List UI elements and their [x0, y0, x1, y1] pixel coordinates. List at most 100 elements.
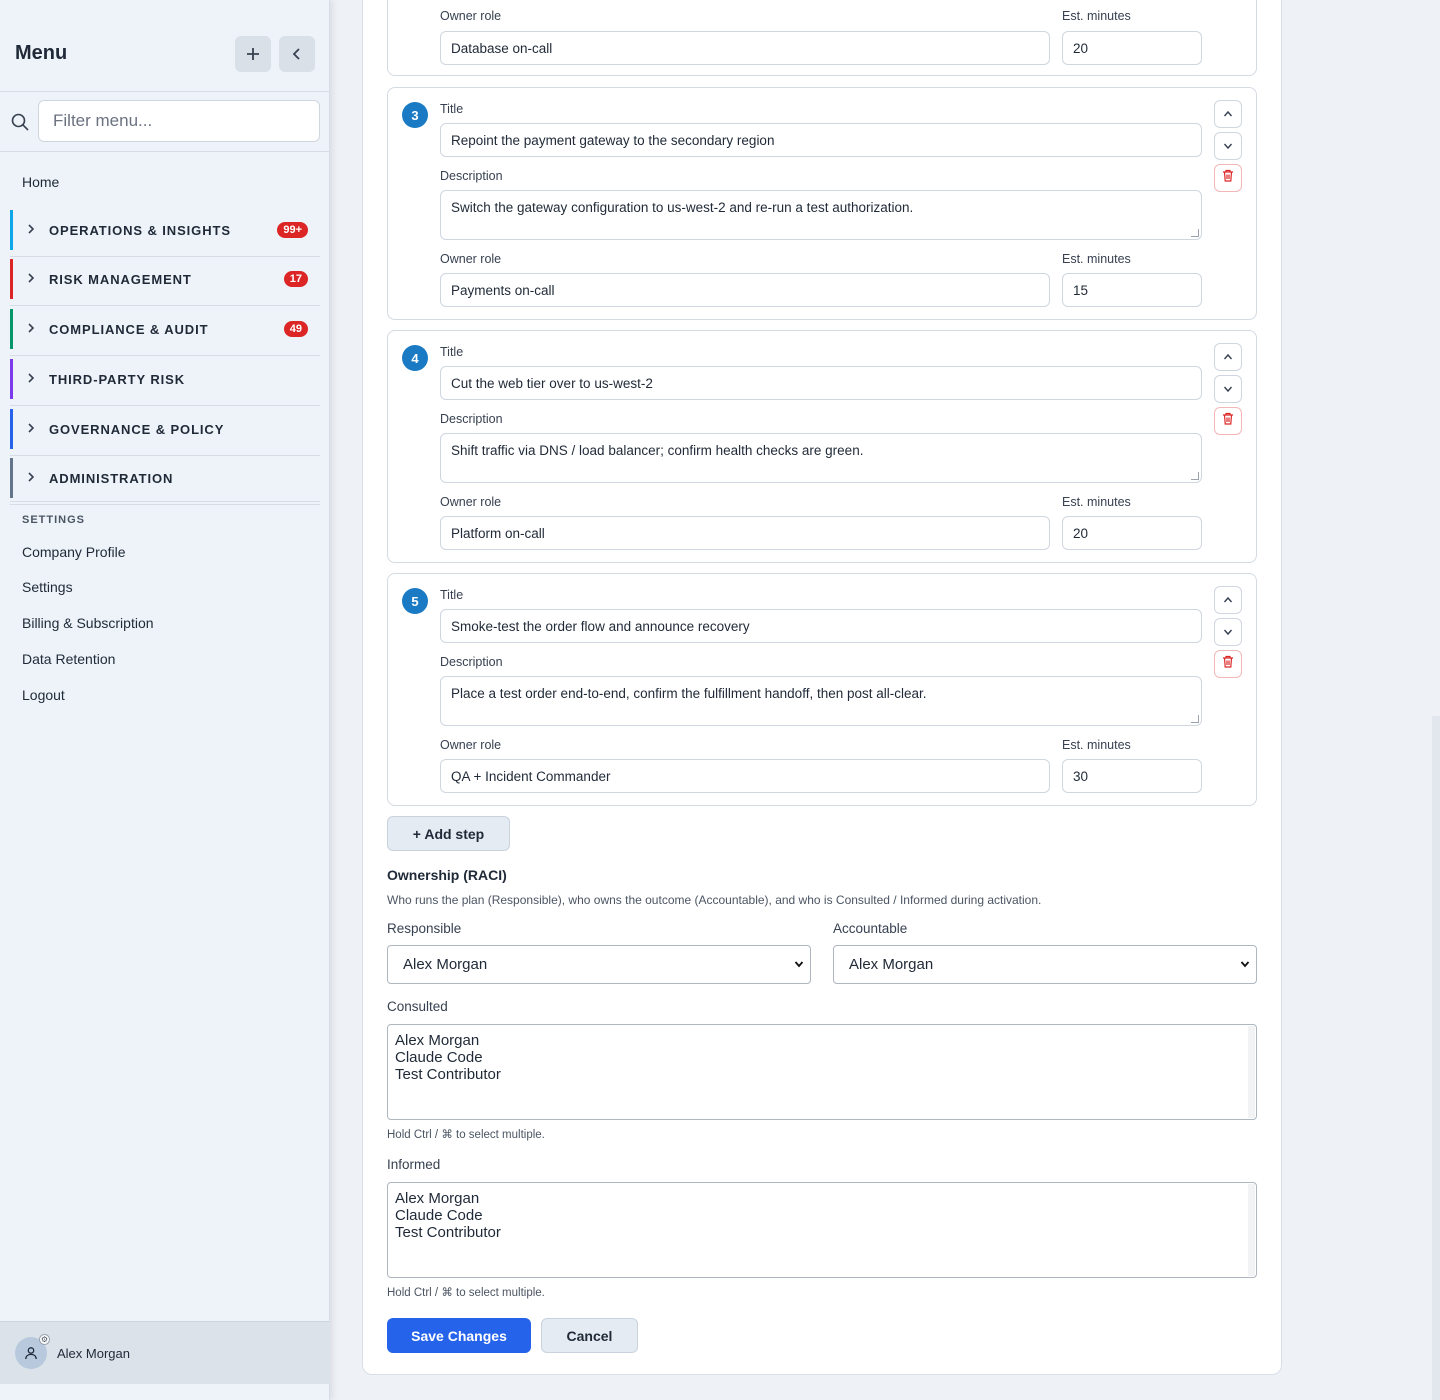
trash-icon — [1222, 655, 1234, 673]
trash-icon — [1222, 169, 1234, 187]
chevron-right-icon — [27, 272, 41, 286]
step-title-input[interactable]: Repoint the payment gateway to the secon… — [440, 123, 1202, 157]
cancel-button[interactable]: Cancel — [541, 1318, 638, 1353]
add-menu-button[interactable] — [235, 36, 271, 72]
move-step-up-button[interactable] — [1214, 100, 1242, 128]
search-icon — [11, 113, 29, 131]
nav-section-label: OPERATIONS & INSIGHTS — [49, 222, 231, 238]
nav-divider — [10, 256, 320, 257]
consulted-hint: Hold Ctrl / ⌘ to select multiple. — [387, 1129, 545, 1141]
consulted-option[interactable]: Claude Code — [395, 1049, 1249, 1066]
owner-role-input[interactable]: Payments on-call — [440, 273, 1050, 307]
chevron-down-icon — [1223, 380, 1233, 398]
consulted-option[interactable]: Alex Morgan — [395, 1032, 1249, 1049]
est-minutes-input[interactable]: 30 — [1062, 759, 1202, 793]
count-badge: 99+ — [277, 222, 308, 238]
plus-icon — [247, 48, 259, 60]
scrollbar[interactable] — [1248, 1026, 1255, 1118]
count-badge: 17 — [283, 271, 308, 287]
chevron-right-icon — [27, 471, 41, 485]
step-description-text: Shift traffic via DNS / load balancer; c… — [451, 443, 864, 458]
move-step-down-button[interactable] — [1214, 618, 1242, 646]
step-description-textarea[interactable]: Place a test order end-to-end, confirm t… — [440, 676, 1202, 726]
est-minutes-label: Est. minutes — [1062, 252, 1131, 266]
resize-grip-icon[interactable] — [1191, 229, 1199, 237]
informed-option[interactable]: Alex Morgan — [395, 1190, 1249, 1207]
nav-home[interactable]: Home — [22, 174, 59, 190]
owner-role-input[interactable]: QA + Incident Commander — [440, 759, 1050, 793]
step-description-textarea[interactable]: Switch the gateway configuration to us-w… — [440, 190, 1202, 240]
accountable-select[interactable]: Alex Morgan — [833, 945, 1257, 984]
informed-option[interactable]: Claude Code — [395, 1207, 1249, 1224]
avatar[interactable]: ⚙ — [15, 1334, 50, 1369]
step-description-textarea[interactable]: Shift traffic via DNS / load balancer; c… — [440, 433, 1202, 483]
chevron-left-icon — [292, 48, 300, 60]
chevron-right-icon — [27, 372, 41, 386]
owner-role-label: Owner role — [440, 738, 502, 752]
nav-section-compliance-audit[interactable]: COMPLIANCE & AUDIT 49 — [10, 309, 320, 349]
user-bar[interactable]: ⚙ Alex Morgan — [0, 1321, 330, 1384]
delete-step-button[interactable] — [1214, 407, 1242, 435]
menu-search-row — [0, 92, 329, 152]
chevron-up-icon — [1223, 105, 1233, 123]
move-step-down-button[interactable] — [1214, 132, 1242, 160]
nav-section-operations-insights[interactable]: OPERATIONS & INSIGHTS 99+ — [10, 210, 320, 250]
consulted-multiselect[interactable]: Alex Morgan Claude Code Test Contributor — [387, 1024, 1257, 1120]
sidebar: Menu Home OPERATIONS & INSIGHTS 99+ RISK M… — [0, 0, 330, 1400]
step-card-3: 3 Title Repoint the payment gateway to the… — [387, 87, 1257, 320]
settings-heading: SETTINGS — [22, 514, 86, 526]
nav-section-label: RISK MANAGEMENT — [49, 271, 192, 287]
nav-section-label: GOVERNANCE & POLICY — [49, 421, 225, 437]
est-minutes-input[interactable]: 20 — [1062, 31, 1202, 65]
settings-item-billing[interactable]: Billing & Subscription — [22, 615, 154, 631]
consulted-label: Consulted — [387, 999, 448, 1014]
trash-icon — [1222, 412, 1234, 430]
move-step-up-button[interactable] — [1214, 343, 1242, 371]
settings-item-settings[interactable]: Settings — [22, 579, 73, 595]
est-minutes-label: Est. minutes — [1062, 9, 1131, 23]
settings-item-company-profile[interactable]: Company Profile — [22, 544, 126, 560]
menu-title: Menu — [15, 42, 68, 64]
owner-role-input[interactable]: Platform on-call — [440, 516, 1050, 550]
page-scrollbar[interactable] — [1432, 716, 1440, 1400]
menu-filter-input[interactable] — [38, 100, 320, 142]
chevron-down-icon — [794, 961, 804, 968]
resize-grip-icon[interactable] — [1191, 715, 1199, 723]
informed-label: Informed — [387, 1157, 441, 1172]
consulted-option[interactable]: Test Contributor — [395, 1066, 1249, 1083]
save-button[interactable]: Save Changes — [387, 1318, 531, 1353]
settings-item-data-retention[interactable]: Data Retention — [22, 651, 115, 667]
delete-step-button[interactable] — [1214, 650, 1242, 678]
scrollbar[interactable] — [1248, 1184, 1255, 1276]
informed-multiselect[interactable]: Alex Morgan Claude Code Test Contributor — [387, 1182, 1257, 1278]
step-title-input[interactable]: Cut the web tier over to us-west-2 — [440, 366, 1202, 400]
nav-section-administration[interactable]: ADMINISTRATION — [10, 458, 320, 498]
nav-divider — [10, 355, 320, 356]
menu-header: Menu — [0, 0, 329, 92]
move-step-down-button[interactable] — [1214, 375, 1242, 403]
nav-section-third-party-risk[interactable]: THIRD-PARTY RISK — [10, 359, 320, 399]
step-number-badge: 3 — [402, 102, 428, 128]
accountable-value: Alex Morgan — [849, 956, 934, 973]
description-label: Description — [440, 412, 503, 426]
settings-item-logout[interactable]: Logout — [22, 687, 65, 703]
nav-section-governance-policy[interactable]: GOVERNANCE & POLICY — [10, 409, 320, 449]
resize-grip-icon[interactable] — [1191, 472, 1199, 480]
collapse-sidebar-button[interactable] — [279, 36, 315, 72]
move-step-up-button[interactable] — [1214, 586, 1242, 614]
raci-title: Ownership (RACI) — [387, 867, 507, 883]
informed-option[interactable]: Test Contributor — [395, 1224, 1249, 1241]
add-step-button[interactable]: + Add step — [387, 816, 510, 851]
responsible-select[interactable]: Alex Morgan — [387, 945, 811, 984]
step-title-input[interactable]: Smoke-test the order flow and announce r… — [440, 609, 1202, 643]
est-minutes-input[interactable]: 15 — [1062, 273, 1202, 307]
owner-role-input[interactable]: Database on-call — [440, 31, 1050, 65]
chevron-right-icon — [27, 322, 41, 336]
nav-section-risk-management[interactable]: RISK MANAGEMENT 17 — [10, 259, 320, 299]
chevron-down-icon — [1223, 623, 1233, 641]
delete-step-button[interactable] — [1214, 164, 1242, 192]
user-icon — [25, 1347, 37, 1360]
chevron-down-icon — [1240, 961, 1250, 968]
est-minutes-input[interactable]: 20 — [1062, 516, 1202, 550]
user-name: Alex Morgan — [57, 1345, 130, 1361]
